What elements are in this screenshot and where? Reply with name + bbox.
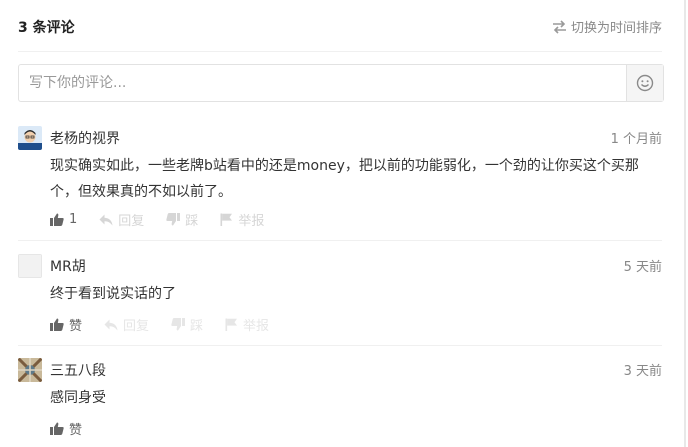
comment-username[interactable]: 三五八段 (50, 360, 106, 380)
dislike-label: 踩 (185, 214, 199, 229)
divider (18, 51, 662, 52)
divider (18, 240, 662, 241)
comment-time: 1 个月前 (610, 132, 662, 147)
like-button[interactable]: 1 (50, 212, 77, 227)
avatar[interactable] (18, 254, 42, 278)
comment-input-box (18, 64, 664, 102)
smiley-icon (636, 74, 654, 92)
thumbs-down-icon (171, 318, 186, 331)
dislike-label: 踩 (190, 319, 204, 334)
like-count: 1 (69, 212, 78, 227)
comment-username[interactable]: 老杨的视界 (50, 128, 120, 148)
reply-button[interactable]: 回复 (104, 315, 149, 334)
like-label: 赞 (69, 423, 83, 438)
sort-toggle-button[interactable]: 切换为时间排序 (552, 17, 662, 36)
comments-header: 3 条评论 切换为时间排序 (18, 14, 662, 44)
report-label: 举报 (243, 319, 270, 334)
report-button[interactable]: 举报 (220, 210, 264, 229)
like-button[interactable]: 赞 (50, 419, 82, 438)
comment-username[interactable]: MR胡 (50, 256, 86, 276)
comment-count: 3 条评论 (18, 20, 75, 36)
dislike-button[interactable]: 踩 (171, 315, 203, 334)
swap-icon (552, 19, 566, 34)
thumbs-down-icon (166, 213, 181, 226)
comment-actions: 1 回复 踩 举报 (50, 210, 286, 229)
sort-toggle-label: 切换为时间排序 (570, 21, 662, 36)
thumbs-up-icon (50, 422, 64, 435)
comment-text: 感同身受 (50, 390, 106, 406)
reply-icon (104, 319, 118, 330)
avatar[interactable] (18, 358, 42, 382)
thumbs-up-icon (50, 213, 64, 226)
reply-button[interactable]: 回复 (99, 210, 144, 229)
reply-label: 回复 (118, 214, 145, 229)
thumbs-up-icon (50, 318, 64, 331)
like-button[interactable]: 赞 (50, 315, 82, 334)
report-label: 举报 (238, 214, 265, 229)
comment-item: MR胡 5 天前 终于看到说实话的了 赞 回复 踩 举报 (18, 254, 662, 340)
comment-item: 老杨的视界 1 个月前 现实确实如此，一些老牌b站看中的还是money，把以前的… (18, 126, 662, 236)
comment-text: 现实确实如此，一些老牌b站看中的还是money，把以前的功能弱化，一个劲的让你买… (50, 158, 639, 200)
divider (18, 345, 662, 346)
report-button[interactable]: 举报 (225, 315, 269, 334)
comment-panel: 3 条评论 切换为时间排序 写下你的评论... 老杨的视界 1 个月前 现实确实… (0, 0, 686, 447)
emoji-button[interactable] (626, 65, 663, 101)
comment-item: 三五八段 3 天前 感同身受 赞 (18, 358, 662, 444)
comment-text: 终于看到说实话的了 (50, 286, 176, 302)
comment-time: 5 天前 (623, 260, 662, 275)
comment-actions: 赞 回复 踩 举报 (50, 315, 291, 334)
flag-icon (225, 318, 238, 331)
avatar[interactable] (18, 126, 42, 150)
comment-actions: 赞 (50, 419, 104, 438)
flag-icon (220, 213, 233, 226)
reply-label: 回复 (123, 319, 150, 334)
dislike-button[interactable]: 踩 (166, 210, 198, 229)
reply-icon (99, 214, 113, 225)
like-label: 赞 (69, 319, 83, 334)
comment-input[interactable] (19, 65, 629, 101)
comment-time: 3 天前 (623, 364, 662, 379)
